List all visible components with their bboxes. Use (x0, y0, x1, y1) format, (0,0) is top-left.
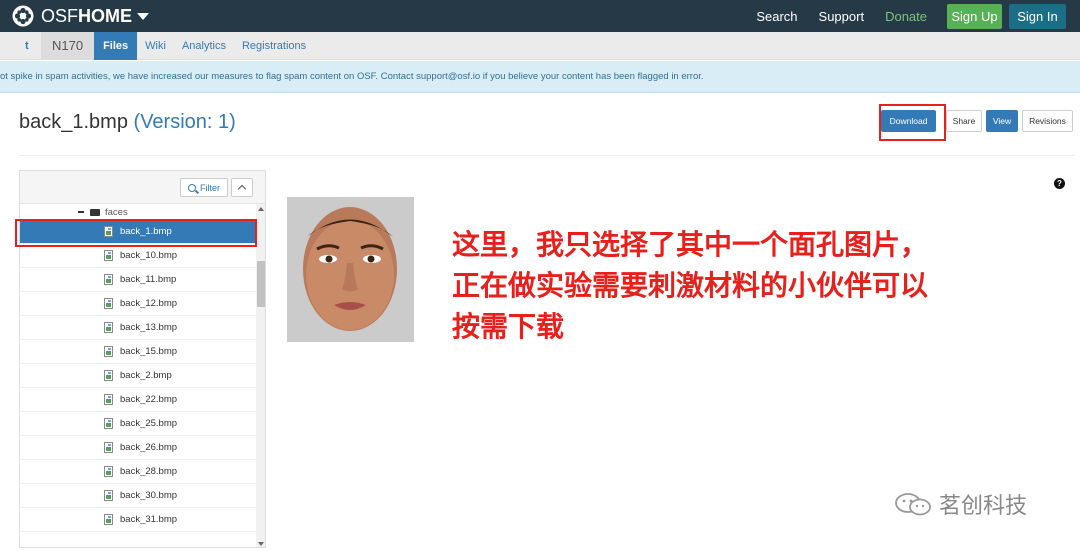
file-row-label: back_11.bmp (120, 274, 177, 285)
osf-logo-icon (12, 5, 34, 27)
file-row-label: back_31.bmp (120, 514, 178, 525)
image-file-icon (104, 466, 113, 477)
file-row-label: back_2.bmp (120, 370, 172, 381)
file-tree-toolbar: Filter (20, 171, 265, 204)
collapse-minus-icon[interactable] (78, 211, 84, 213)
wechat-logo-icon (895, 493, 931, 516)
image-file-icon (104, 250, 113, 261)
project-abbr[interactable]: t (25, 32, 41, 60)
image-file-icon (104, 346, 113, 357)
file-row[interactable]: back_10.bmp (20, 244, 256, 268)
revisions-button[interactable]: Revisions (1022, 110, 1073, 132)
folder-row[interactable]: faces (20, 204, 256, 220)
file-tree-scrollbar[interactable] (256, 204, 265, 547)
file-row[interactable]: back_13.bmp (20, 316, 256, 340)
file-row-label: back_26.bmp (120, 442, 178, 453)
file-row-label: back_15.bmp (120, 346, 178, 357)
annotation-line-2: 正在做实验需要刺激材料的小伙伴可以 (452, 269, 929, 302)
file-row[interactable]: back_2.bmp (20, 364, 256, 388)
caret-down-icon (137, 12, 150, 20)
annotation-line-1: 这里，我只选择了其中一个面孔图片， (452, 228, 929, 261)
search-icon (188, 183, 196, 192)
tab-files[interactable]: Files (94, 31, 138, 60)
file-list: faces back_1.bmp back_10.bmp back_11.bmp ba… (20, 204, 256, 532)
file-row[interactable]: back_22.bmp (20, 388, 256, 412)
file-row[interactable]: back_26.bmp (20, 436, 256, 460)
page-title: back_1.bmp (Version: 1) (19, 111, 236, 134)
filter-button[interactable]: Filter (180, 178, 228, 197)
filter-label: Filter (200, 182, 220, 193)
watermark-text: 茗创科技 (939, 494, 1028, 519)
brand-prefix: OSF (41, 5, 79, 26)
file-version: (Version: 1) (133, 111, 236, 133)
folder-label: faces (105, 206, 128, 218)
top-navbar: OSFHOME Search Support Donate Sign Up Si… (0, 0, 1080, 32)
scroll-up-arrow-icon[interactable] (258, 207, 264, 211)
face-image (287, 197, 414, 342)
osf-home-menu[interactable]: OSFHOME (12, 0, 150, 32)
download-highlight-box (879, 104, 946, 141)
file-row-label: back_12.bmp (120, 298, 178, 309)
face-image-preview (287, 197, 414, 342)
watermark: 茗创科技 (893, 488, 1027, 520)
sign-in-button[interactable]: Sign In (1009, 3, 1066, 29)
view-button[interactable]: View (986, 110, 1018, 132)
project-nav: t N170 Files Wiki Analytics Registration… (0, 31, 1080, 60)
file-row-label: back_25.bmp (120, 418, 178, 429)
scroll-down-arrow-icon[interactable] (258, 542, 264, 546)
file-row-label: back_13.bmp (120, 322, 178, 333)
spam-alert-banner: ot spike in spam activities, we have inc… (0, 61, 1080, 93)
file-row[interactable]: back_30.bmp (20, 484, 256, 508)
image-file-icon (104, 418, 113, 429)
divider (19, 155, 1075, 156)
selected-file-highlight-box (15, 219, 257, 247)
image-file-icon (104, 322, 113, 333)
image-file-icon (104, 298, 113, 309)
tab-wiki[interactable]: Wiki (137, 32, 174, 60)
sign-up-button[interactable]: Sign Up (947, 3, 1002, 29)
file-row[interactable]: back_25.bmp (20, 412, 256, 436)
brand-suffix: HOME (78, 5, 133, 26)
file-row-label: back_10.bmp (120, 250, 178, 261)
folder-icon (90, 208, 100, 216)
file-row-label: back_30.bmp (120, 490, 178, 501)
collapse-chevron-up-icon[interactable] (231, 178, 253, 197)
brand-title: OSFHOME (41, 6, 132, 27)
help-question-icon[interactable]: ? (1054, 178, 1065, 189)
file-row[interactable]: back_28.bmp (20, 460, 256, 484)
image-file-icon (104, 274, 113, 285)
file-row[interactable]: back_31.bmp (20, 508, 256, 532)
file-row-label: back_22.bmp (120, 394, 178, 405)
donate-link[interactable]: Donate (885, 9, 927, 24)
image-file-icon (104, 442, 113, 453)
tab-registrations[interactable]: Registrations (234, 32, 314, 60)
image-file-icon (104, 394, 113, 405)
file-row[interactable]: back_15.bmp (20, 340, 256, 364)
search-link[interactable]: Search (756, 9, 797, 24)
file-row[interactable]: back_12.bmp (20, 292, 256, 316)
file-name: back_1.bmp (19, 111, 128, 133)
scrollbar-thumb[interactable] (257, 261, 265, 307)
red-annotation-text: 这里，我只选择了其中一个面孔图片， 正在做实验需要刺激材料的小伙伴可以 按需下载 (452, 224, 1012, 347)
share-button[interactable]: Share (946, 110, 982, 132)
support-link[interactable]: Support (819, 9, 865, 24)
image-file-icon (104, 514, 113, 525)
file-row-label: back_28.bmp (120, 466, 178, 477)
top-nav-links: Search Support Donate Sign Up Sign In (756, 0, 1080, 32)
tab-analytics[interactable]: Analytics (174, 32, 234, 60)
image-file-icon (104, 370, 113, 381)
file-row[interactable]: back_11.bmp (20, 268, 256, 292)
annotation-line-3: 按需下载 (452, 310, 565, 343)
alert-text: ot spike in spam activities, we have inc… (0, 71, 704, 82)
project-name[interactable]: N170 (41, 31, 95, 60)
image-file-icon (104, 490, 113, 501)
